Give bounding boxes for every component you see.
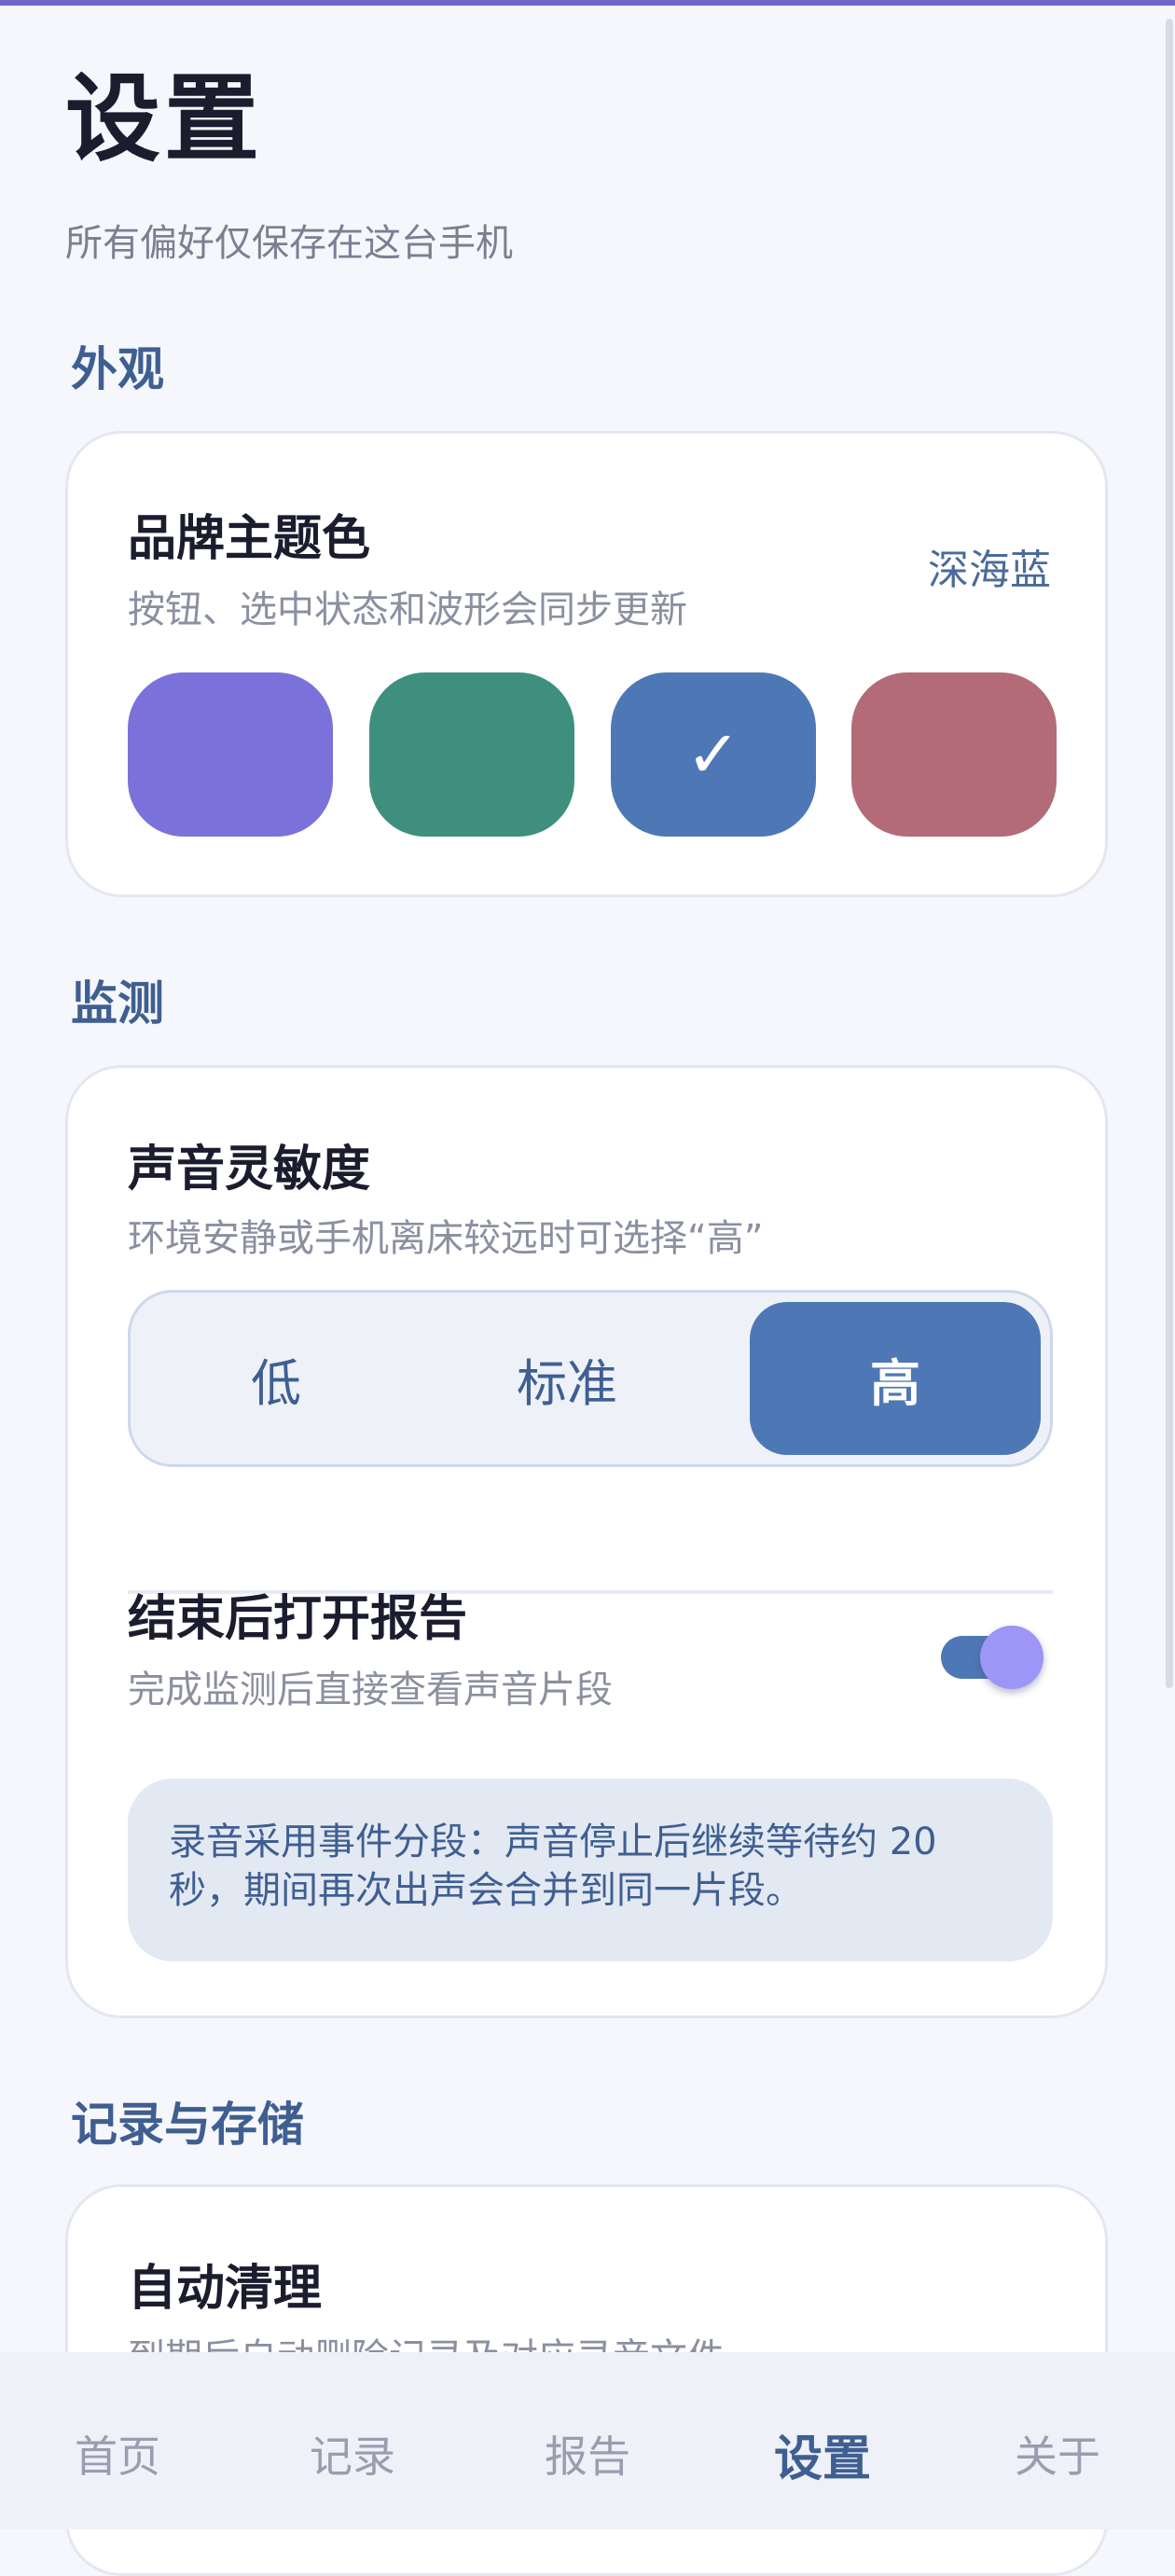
theme-swatch-deep-blue[interactable]: ✓ <box>611 672 816 837</box>
sensitivity-segmented-control: 低 标准 高 <box>128 1290 1053 1467</box>
check-icon: ✓ <box>685 716 741 793</box>
segmentation-info-note: 录音采用事件分段：声音停止后继续等待约 20 秒，期间再次出声会合并到同一片段。 <box>128 1779 1053 1961</box>
page-title: 设置 <box>65 64 263 175</box>
scrollbar[interactable] <box>1166 19 1173 1688</box>
theme-color-description: 按钮、选中状态和波形会同步更新 <box>128 589 687 631</box>
nav-item-about[interactable]: 关于 <box>940 2352 1175 2529</box>
nav-item-home[interactable]: 首页 <box>0 2352 235 2529</box>
section-heading-monitoring: 监测 <box>71 976 164 1031</box>
sensitivity-description: 环境安静或手机离床较远时可选择“高” <box>128 1217 764 1260</box>
sensitivity-option-low[interactable]: 低 <box>131 1302 422 1455</box>
sensitivity-option-standard[interactable]: 标准 <box>422 1302 712 1455</box>
section-heading-storage: 记录与存储 <box>71 2098 304 2152</box>
open-report-title: 结束后打开报告 <box>128 1591 468 1647</box>
appearance-card: 品牌主题色 按钮、选中状态和波形会同步更新 深海蓝 ✓ <box>65 431 1108 897</box>
toggle-thumb <box>980 1626 1044 1689</box>
theme-swatch-rose[interactable] <box>851 672 1057 837</box>
nav-item-settings[interactable]: 设置 <box>705 2352 940 2529</box>
sensitivity-title: 声音灵敏度 <box>128 1142 371 1198</box>
page-subtitle: 所有偏好仅保存在这台手机 <box>65 222 513 265</box>
sensitivity-option-high[interactable]: 高 <box>750 1302 1041 1455</box>
theme-color-current-value: 深海蓝 <box>928 547 1051 594</box>
nav-item-records[interactable]: 记录 <box>235 2352 470 2529</box>
section-heading-appearance: 外观 <box>71 342 164 396</box>
theme-color-title: 品牌主题色 <box>128 511 371 567</box>
open-report-toggle[interactable] <box>941 1620 1049 1695</box>
bottom-nav: 首页 记录 报告 设置 关于 <box>0 2352 1175 2529</box>
nav-item-reports[interactable]: 报告 <box>470 2352 705 2529</box>
open-report-description: 完成监测后直接查看声音片段 <box>128 1669 613 1711</box>
monitoring-card: 声音灵敏度 环境安静或手机离床较远时可选择“高” 低 标准 高 结束后打开报告 … <box>65 1065 1108 2018</box>
theme-swatch-purple[interactable] <box>128 672 333 837</box>
theme-swatch-green[interactable] <box>369 672 574 837</box>
top-accent-bar <box>0 0 1175 6</box>
auto-clean-title: 自动清理 <box>128 2261 323 2317</box>
